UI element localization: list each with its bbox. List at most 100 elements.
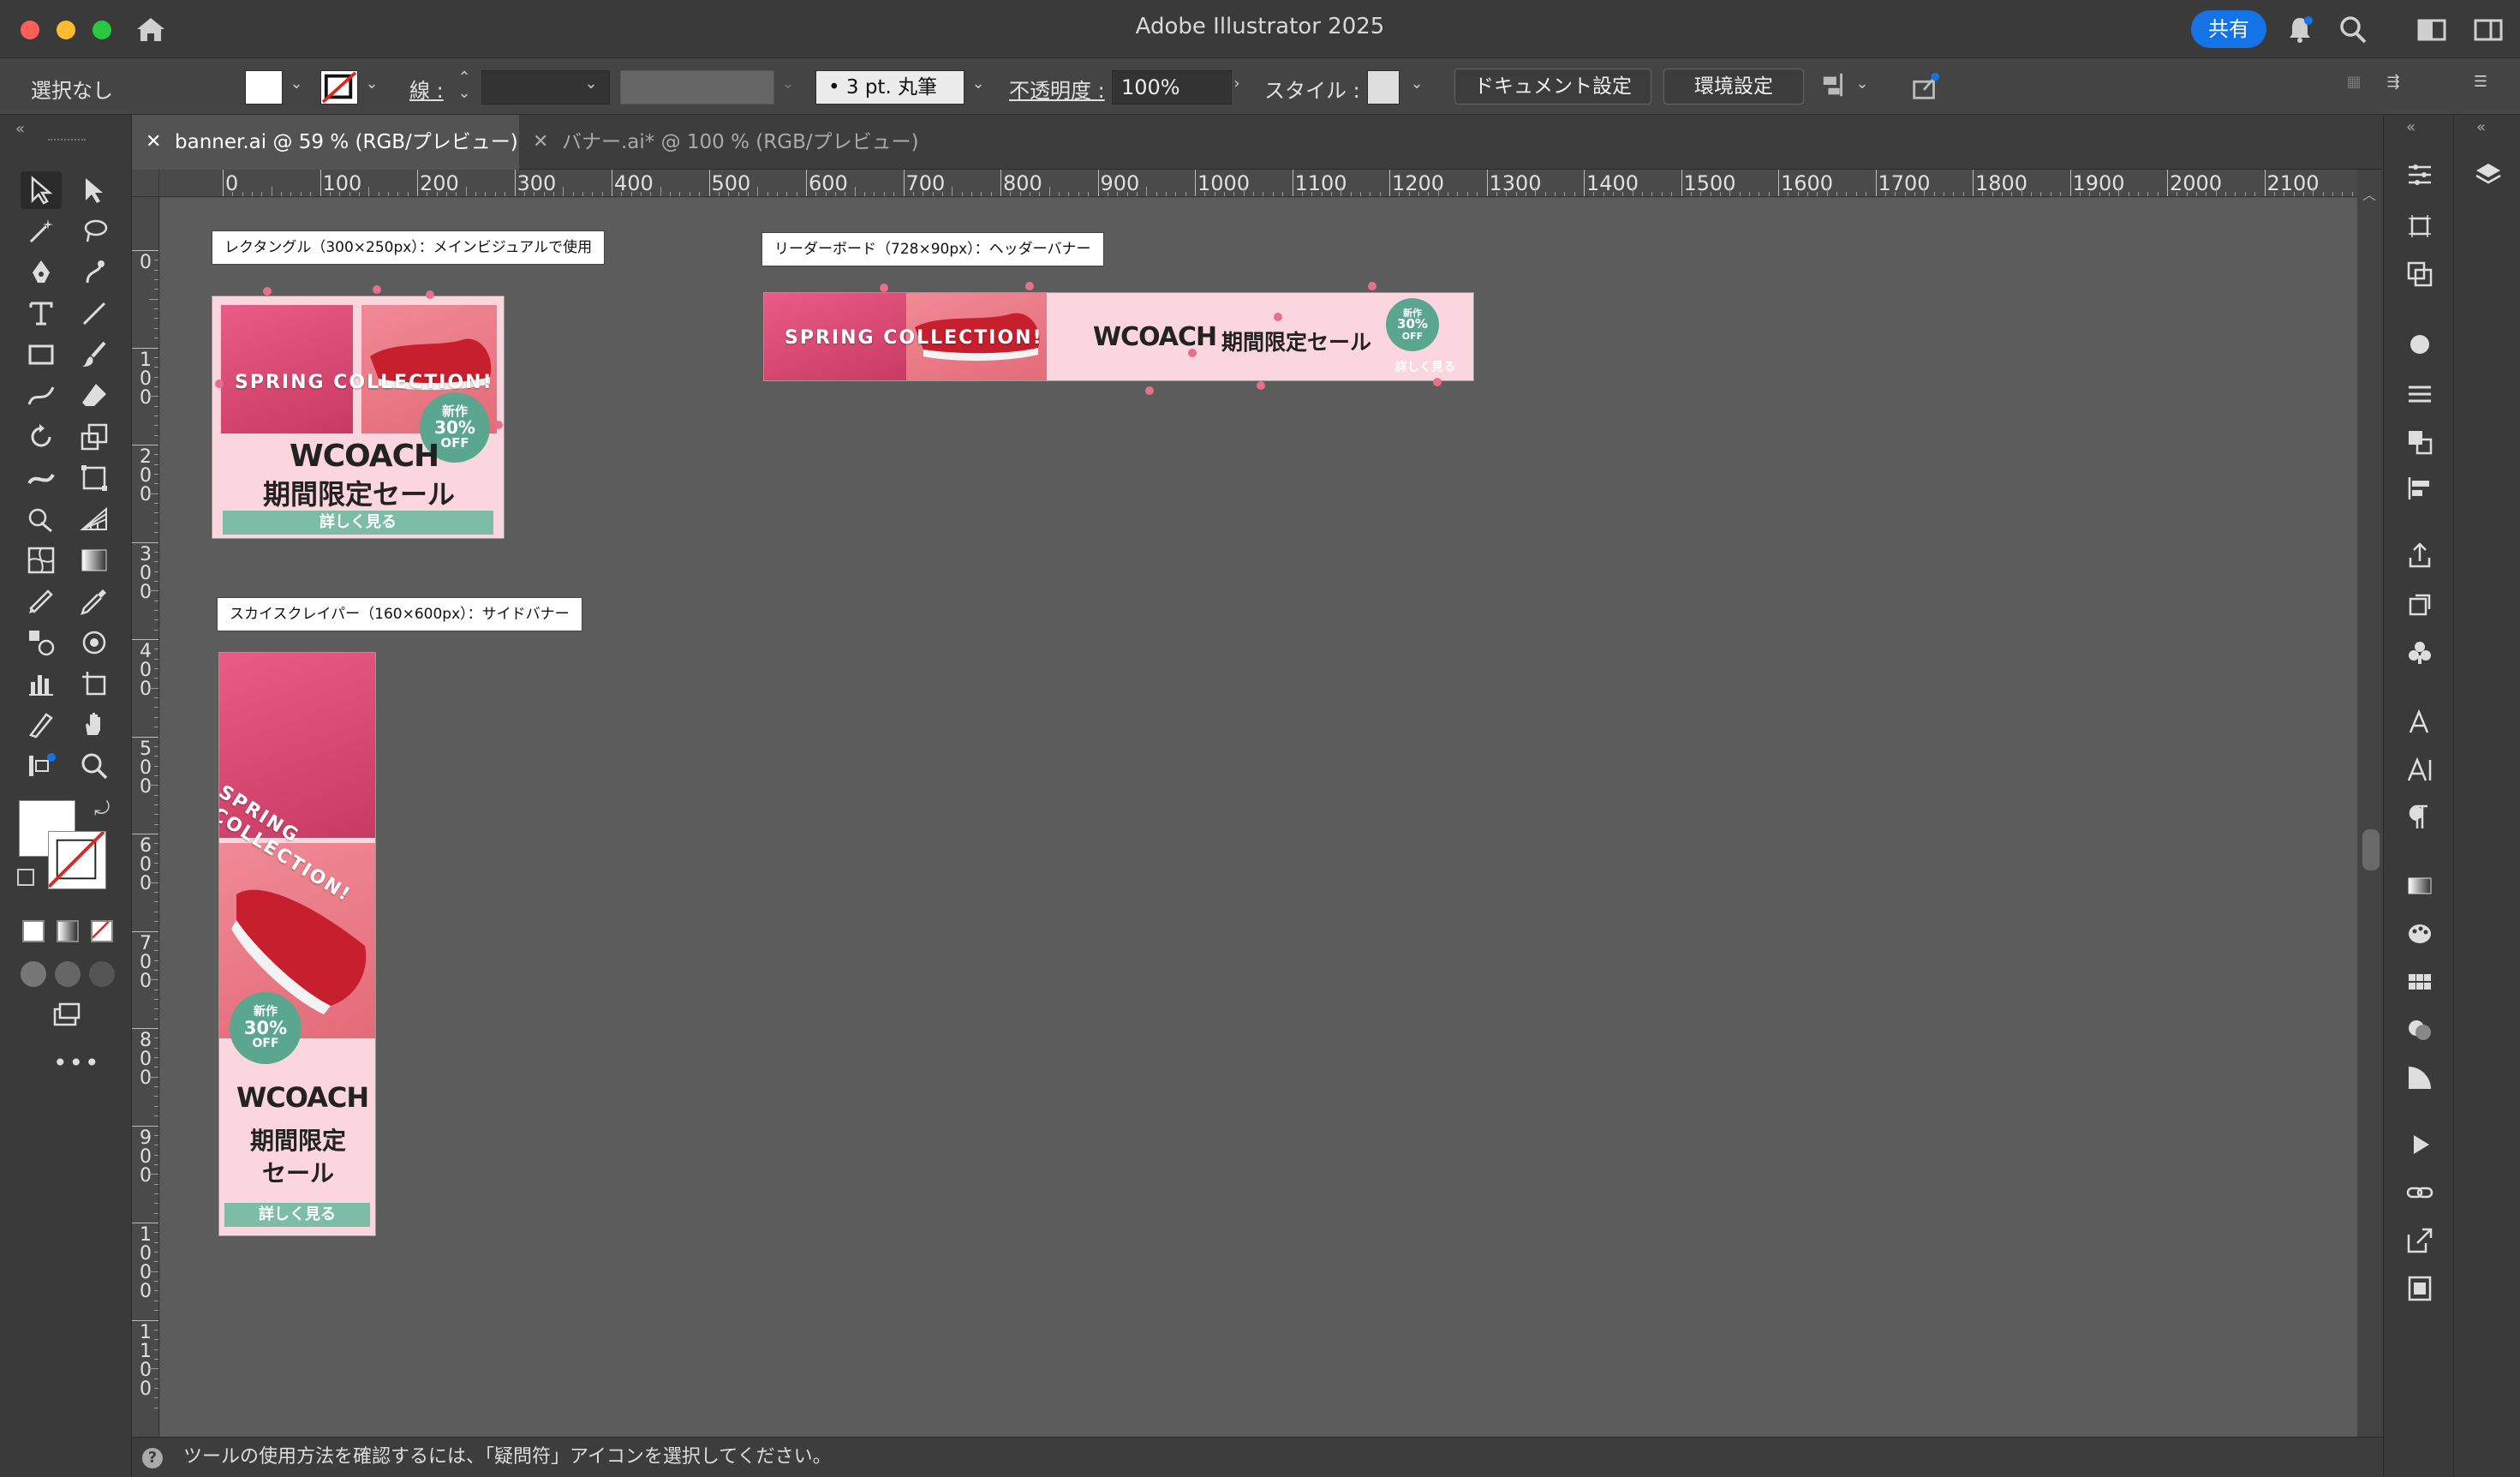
share-button[interactable]: 共有 [2191,10,2266,48]
column-graph-tool-icon[interactable] [21,665,62,703]
stroke-color-swatch[interactable] [47,830,106,889]
stroke-swatch[interactable] [320,70,358,105]
rectangle-tool-icon[interactable] [21,336,62,374]
curvature-tool-icon[interactable] [74,254,115,291]
stroke-weight-stepper[interactable]: ⌃ ⌄ [456,70,473,101]
align-options-icon[interactable] [1819,70,1850,101]
free-transform-tool-icon[interactable] [74,459,115,497]
vertical-ruler[interactable]: 0 100 200 300 400 500 600 700 800 900 1000 1100 [132,197,159,1437]
skyscraper-banner[interactable]: SPRING COLLECTION! 新作 30% OFF WCOACH 期間限… [218,652,376,1236]
draw-normal-icon[interactable] [21,961,46,987]
style-dropdown-icon[interactable]: ⌄ [1408,75,1425,93]
opacity-input[interactable]: 100% [1112,70,1232,105]
preferences-button[interactable]: 環境設定 [1663,69,1804,105]
shaper-tool-icon[interactable] [21,377,62,415]
search-icon[interactable] [2337,14,2369,45]
brush-definition[interactable]: • 3 pt. 丸筆 [815,70,964,105]
width-tool-icon[interactable] [21,459,62,497]
draw-behind-icon[interactable] [55,961,81,987]
document-info-icon[interactable] [2403,1271,2437,1306]
scroll-up-icon[interactable]: ︿ [2362,183,2376,204]
export-panel-icon[interactable] [2403,1223,2437,1258]
brush-dropdown-icon[interactable]: ⌄ [970,75,987,93]
help-icon[interactable]: ? [142,1448,163,1468]
color-guide-icon[interactable] [2403,917,2437,951]
properties-icon[interactable] [2403,158,2437,192]
artboards-panel-icon[interactable] [2403,209,2437,243]
stroke-label[interactable]: 線 : [409,74,444,104]
document-setup-button[interactable]: ドキュメント設定 [1454,69,1651,105]
shape-builder-tool-icon[interactable] [21,500,62,538]
notification-bell-icon[interactable] [2284,14,2316,45]
scale-tool-icon[interactable] [74,418,115,456]
blend-tool-icon[interactable] [21,624,62,661]
artboard-tool-icon[interactable] [74,665,115,703]
paragraph-panel-icon[interactable] [2403,800,2437,834]
workspace-switcher-icon[interactable] [2415,14,2448,45]
pathfinder-panel-icon[interactable] [2403,425,2437,459]
profile-dropdown-icon[interactable]: ⌄ [779,75,797,93]
variable-width-profile[interactable] [620,70,774,105]
scrollbar-thumb[interactable] [2362,829,2380,870]
eraser-tool-icon[interactable] [74,377,115,415]
actions-panel-icon[interactable] [2403,1127,2437,1162]
close-tab-icon[interactable]: ✕ [146,115,161,170]
panel-toggle-icon[interactable] [2472,14,2505,45]
edit-toolbar-icon[interactable] [21,747,62,785]
direct-selection-tool-icon[interactable] [74,171,115,209]
transform-panel-icon[interactable] [2403,257,2437,291]
lasso-tool-icon[interactable] [74,212,115,250]
opacity-label[interactable]: 不透明度 : [1009,74,1105,104]
magic-wand-tool-icon[interactable] [21,212,62,250]
stroke-weight-dropdown-icon[interactable]: ⌄ [582,75,600,93]
selection-tool-icon[interactable] [21,171,62,209]
character-panel-icon[interactable] [2403,752,2437,786]
symbol-sprayer-tool-icon[interactable] [74,624,115,661]
opacity-arrow-icon[interactable]: › [1228,75,1245,93]
collapse-dock-icon[interactable]: « [2476,118,2486,136]
tab-banner-jp-ai[interactable]: ✕ バナー.ai* @ 100 % (RGB/プレビュー) [519,115,1033,170]
fill-dropdown-icon[interactable]: ⌄ [288,75,305,93]
align-panel-icon[interactable] [2403,471,2437,505]
leaderboard-banner[interactable]: SPRING COLLECTION! WCOACH 期間限定セール 新作 30%… [763,292,1474,381]
hand-tool-icon[interactable] [74,706,115,744]
asset-export-icon[interactable] [2403,538,2437,572]
vertical-scrollbar[interactable]: ︿ [2357,170,2383,1437]
symbols-panel-icon[interactable] [2403,636,2437,670]
arrange-icon[interactable]: ⇶ [2385,74,2402,91]
live-paint-bucket-icon[interactable] [21,583,62,620]
artboard-canvas[interactable]: レクタングル（300×250px）：メインビジュアルで使用 SPRING COL… [160,198,2357,1437]
tab-banner-ai[interactable]: ✕ banner.ai @ 59 % (RGB/プレビュー) [132,115,519,170]
swap-fill-stroke-icon[interactable]: ⤾ [94,798,110,820]
gradient-mode-icon[interactable] [57,920,79,942]
toolbar-grip[interactable] [48,139,86,142]
default-colors-icon[interactable] [17,869,34,886]
perspective-grid-tool-icon[interactable] [74,500,115,538]
more-tools-icon[interactable]: ••• [53,1049,101,1077]
stroke-panel-icon[interactable] [2403,377,2437,411]
screen-mode-icon[interactable] [46,997,87,1035]
layers-panel-icon[interactable] [2471,158,2505,192]
horizontal-ruler[interactable]: 0 100 200 300 400 500 600 700 800 900 1000 1100 1200… [159,170,2357,197]
eyedropper-tool-icon[interactable] [74,583,115,620]
none-mode-icon[interactable] [91,920,113,942]
graphic-style-swatch[interactable] [1367,70,1400,105]
character-styles-icon[interactable] [2403,704,2437,738]
slice-tool-icon[interactable] [21,706,62,744]
close-tab-icon[interactable]: ✕ [533,115,548,170]
gradient-panel-icon[interactable] [2403,869,2437,903]
libraries-icon[interactable] [2403,588,2437,622]
pen-tool-icon[interactable] [21,254,62,291]
draw-inside-icon[interactable] [89,961,115,987]
align-dropdown-icon[interactable]: ⌄ [1854,75,1871,93]
graphic-styles-icon[interactable] [2403,1061,2437,1095]
fill-swatch[interactable] [245,70,283,105]
type-tool-icon[interactable] [21,295,62,332]
details-button[interactable]: 詳しく見る [224,1203,370,1227]
transform-icon[interactable]: ▦ [2345,74,2362,91]
appearance-panel-icon[interactable] [2403,327,2437,362]
mesh-tool-icon[interactable] [21,541,62,579]
gradient-tool-icon[interactable] [74,541,115,579]
details-button[interactable]: 詳しく見る [223,511,493,535]
collapse-panels-icon[interactable]: « [2406,118,2415,136]
